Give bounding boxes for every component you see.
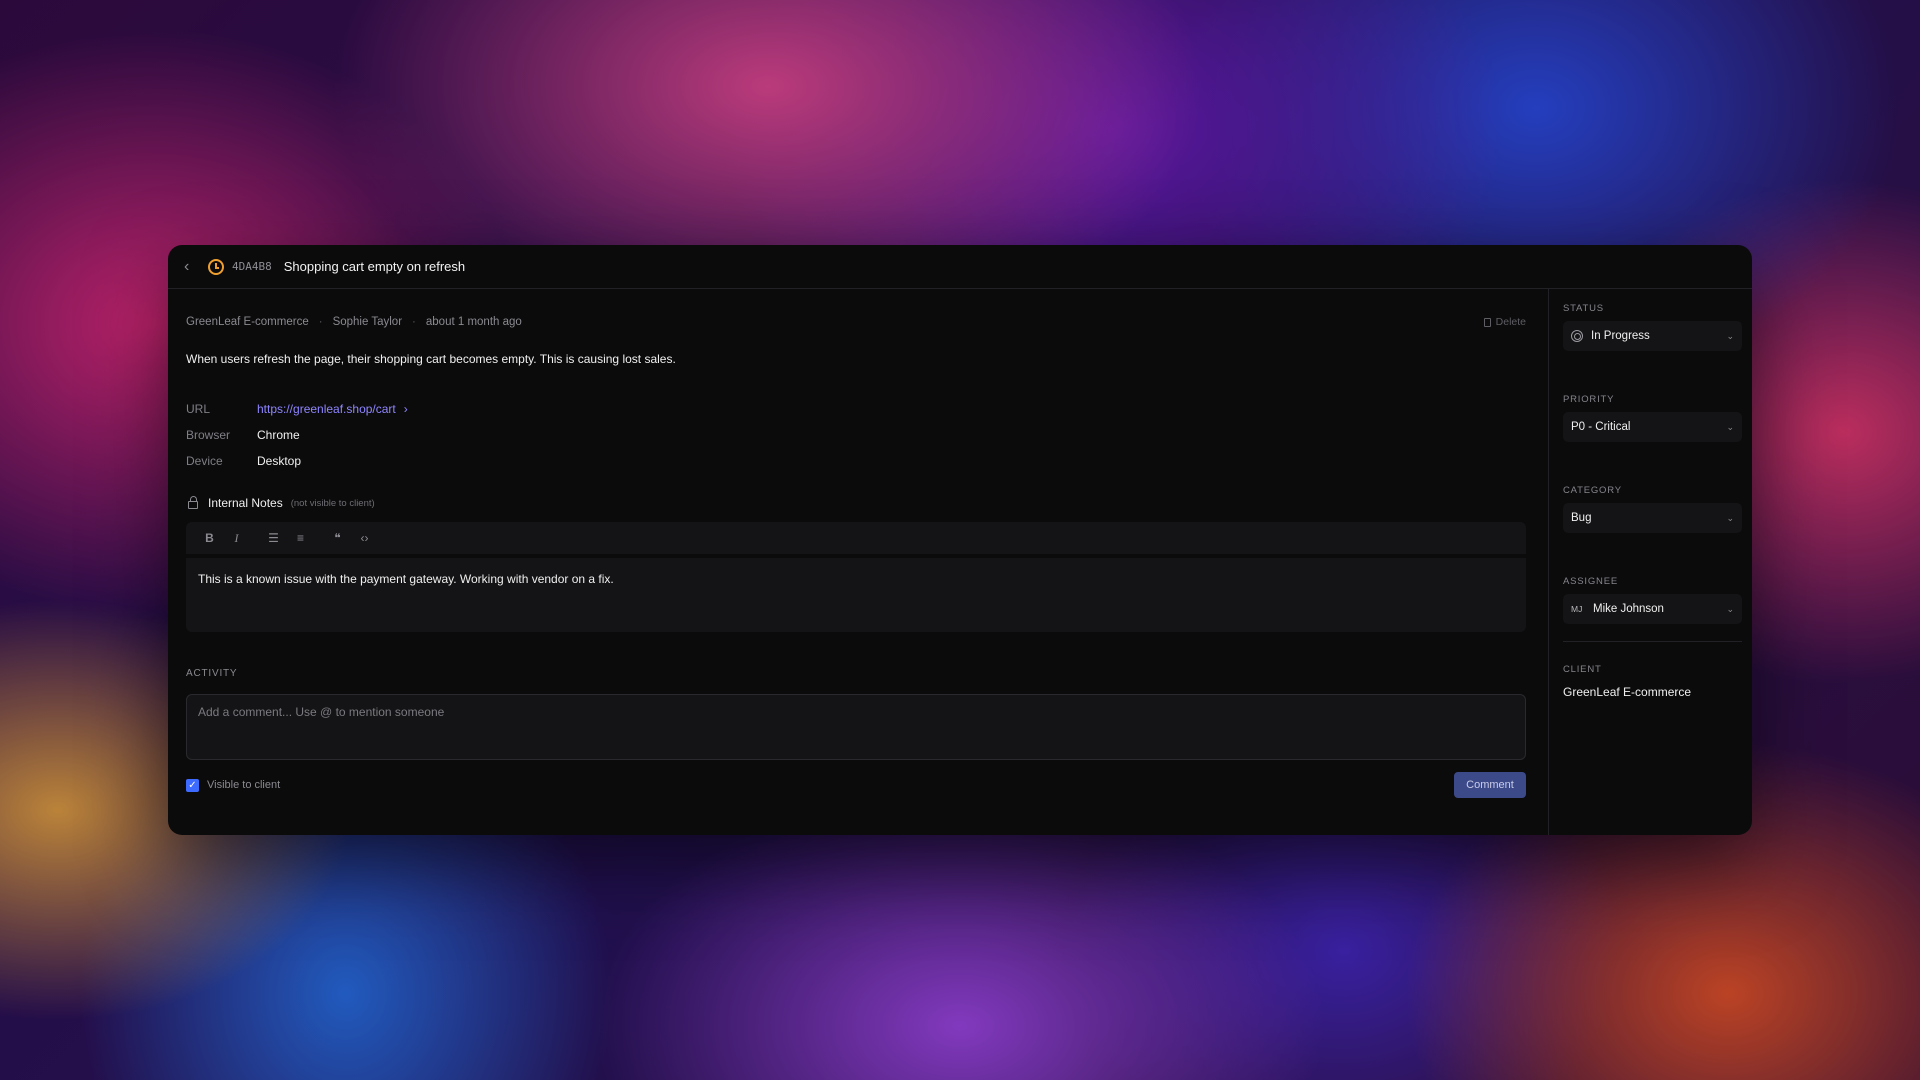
comment-footer: ✓ Visible to client Comment bbox=[186, 772, 1526, 798]
client-label: CLIENT bbox=[1563, 664, 1602, 675]
ticket-body: GreenLeaf E-commerce · Sophie Taylor · a… bbox=[168, 289, 1752, 835]
meta-separator: · bbox=[318, 316, 323, 328]
chevron-down-icon: ⌄ bbox=[1726, 512, 1734, 523]
back-chevron-icon[interactable]: ‹ bbox=[184, 258, 202, 276]
assignee-select[interactable]: MJ Mike Johnson ⌄ bbox=[1563, 594, 1742, 624]
category-select[interactable]: Bug ⌄ bbox=[1563, 503, 1742, 533]
priority-select[interactable]: P0 - Critical ⌄ bbox=[1563, 412, 1742, 442]
property-device: Device Desktop bbox=[186, 448, 1526, 474]
property-key: URL bbox=[186, 402, 211, 416]
ticket-header: ‹ 4DA4B8 Shopping cart empty on refresh bbox=[168, 245, 1752, 289]
assignee-label: ASSIGNEE bbox=[1563, 576, 1618, 587]
internal-notes-editor[interactable]: This is a known issue with the payment g… bbox=[186, 558, 1526, 632]
italic-icon[interactable]: I bbox=[223, 527, 250, 549]
category-value: Bug bbox=[1571, 512, 1592, 524]
meta-author: Sophie Taylor bbox=[332, 316, 403, 328]
delete-button[interactable]: Delete bbox=[1483, 316, 1526, 328]
property-browser: Browser Chrome bbox=[186, 422, 1526, 448]
clock-icon bbox=[208, 258, 224, 275]
comment-box bbox=[186, 694, 1526, 760]
ticket-meta: GreenLeaf E-commerce · Sophie Taylor · a… bbox=[186, 313, 1526, 331]
assignee-value: Mike Johnson bbox=[1593, 603, 1664, 615]
status-select[interactable]: In Progress ⌄ bbox=[1563, 321, 1742, 351]
internal-notes-header: Internal Notes (not visible to client) bbox=[186, 496, 1526, 510]
meta-time: about 1 month ago bbox=[425, 316, 522, 328]
lock-icon bbox=[188, 496, 198, 509]
property-value: Chrome bbox=[257, 428, 300, 442]
comment-button[interactable]: Comment bbox=[1454, 772, 1526, 798]
priority-value: P0 - Critical bbox=[1571, 421, 1631, 433]
url-link[interactable]: https://greenleaf.shop/cart bbox=[257, 402, 396, 416]
ticket-title: Shopping cart empty on refresh bbox=[283, 259, 466, 274]
chevron-right-icon[interactable]: › bbox=[404, 402, 408, 416]
client-value: GreenLeaf E-commerce bbox=[1563, 685, 1692, 699]
bullet-list-icon[interactable]: ☰ bbox=[260, 527, 287, 549]
activity-label: ACTIVITY bbox=[186, 668, 238, 679]
main-content: GreenLeaf E-commerce · Sophie Taylor · a… bbox=[168, 289, 1548, 835]
internal-notes-subtitle: (not visible to client) bbox=[290, 497, 375, 509]
sidebar-divider bbox=[1563, 641, 1742, 642]
numbered-list-icon[interactable]: ≡ bbox=[287, 527, 314, 549]
property-key: Browser bbox=[186, 428, 231, 442]
editor-toolbar: B I ☰ ≡ ❝ ‹› bbox=[186, 522, 1526, 554]
property-url: URL https://greenleaf.shop/cart › bbox=[186, 396, 1526, 422]
visible-to-client-checkbox[interactable]: ✓ bbox=[186, 778, 199, 792]
in-progress-icon bbox=[1571, 330, 1583, 342]
chevron-down-icon: ⌄ bbox=[1726, 421, 1734, 432]
comment-input[interactable] bbox=[198, 705, 1514, 749]
bold-icon[interactable]: B bbox=[196, 527, 223, 549]
meta-client: GreenLeaf E-commerce bbox=[186, 316, 309, 328]
ticket-panel: ‹ 4DA4B8 Shopping cart empty on refresh … bbox=[168, 245, 1752, 835]
chevron-down-icon: ⌄ bbox=[1726, 603, 1734, 614]
property-value: Desktop bbox=[257, 454, 302, 468]
visible-to-client-label: Visible to client bbox=[207, 779, 281, 791]
internal-notes-title: Internal Notes bbox=[208, 496, 283, 510]
delete-label: Delete bbox=[1495, 316, 1526, 328]
chevron-down-icon: ⌄ bbox=[1726, 330, 1734, 341]
ticket-description: When users refresh the page, their shopp… bbox=[186, 352, 676, 366]
ticket-properties: URL https://greenleaf.shop/cart › Browse… bbox=[186, 396, 1526, 474]
avatar: MJ bbox=[1571, 604, 1583, 614]
ticket-sidebar: STATUS In Progress ⌄ PRIORITY P0 - Criti… bbox=[1548, 289, 1752, 835]
status-label: STATUS bbox=[1563, 303, 1604, 314]
category-label: CATEGORY bbox=[1563, 485, 1622, 496]
quote-icon[interactable]: ❝ bbox=[324, 527, 351, 549]
priority-label: PRIORITY bbox=[1563, 394, 1615, 405]
code-icon[interactable]: ‹› bbox=[351, 527, 378, 549]
meta-separator: · bbox=[412, 316, 416, 328]
ticket-id: 4DA4B8 bbox=[232, 260, 272, 273]
status-value: In Progress bbox=[1591, 330, 1650, 342]
trash-icon bbox=[1483, 317, 1491, 327]
property-key: Device bbox=[186, 454, 223, 468]
